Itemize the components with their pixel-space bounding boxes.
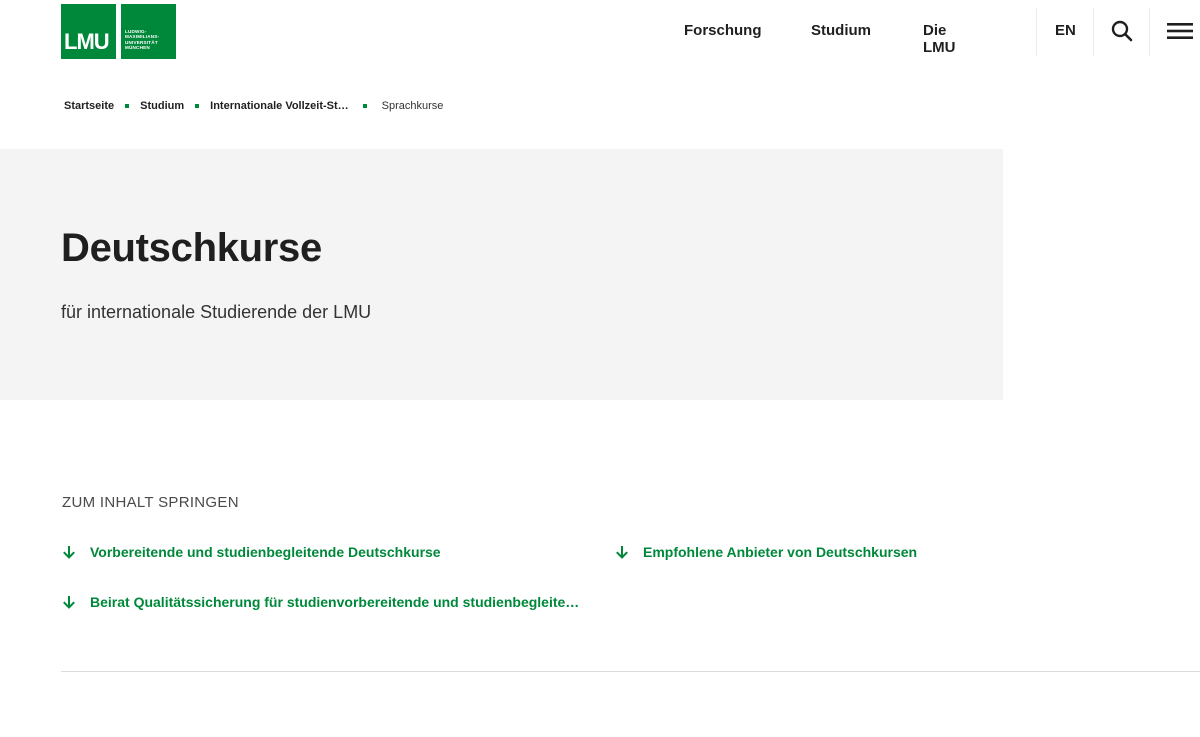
logo-mark: LMU: [61, 4, 116, 59]
breadcrumb-item-studium[interactable]: Studium: [140, 100, 184, 112]
arrow-down-icon: [63, 546, 75, 559]
breadcrumb-item-internationale[interactable]: Internationale Vollzeit-St…: [210, 100, 349, 112]
breadcrumb-separator: [195, 104, 200, 108]
jump-link-label: Empfohlene Anbieter von Deutschkursen: [643, 544, 918, 560]
language-switch[interactable]: EN: [1055, 22, 1076, 39]
jump-link-label: Beirat Qualitätssicherung für studienvor…: [90, 594, 580, 610]
nav-item-die-lmu[interactable]: Die LMU: [923, 22, 956, 56]
logo-wordmark-text: LUDWIG- MAXIMILIANS- UNIVERSITÄT MÜNCHEN: [125, 29, 159, 51]
page: LMU LUDWIG- MAXIMILIANS- UNIVERSITÄT MÜN…: [0, 0, 1200, 737]
breadcrumb-separator: [125, 104, 130, 108]
arrow-down-icon: [63, 596, 75, 609]
breadcrumb-item-current: Sprachkurse: [381, 100, 444, 112]
nav-divider: [1093, 8, 1094, 56]
nav-item-studium[interactable]: Studium: [811, 22, 871, 39]
jump-link-vorbereitende[interactable]: Vorbereitende und studienbegleitende Deu…: [62, 544, 441, 560]
logo-mark-text: LMU: [64, 29, 110, 54]
breadcrumb-item-startseite[interactable]: Startseite: [64, 100, 114, 112]
jump-link-empfohlene-anbieter[interactable]: Empfohlene Anbieter von Deutschkursen: [615, 544, 917, 560]
jump-link-beirat[interactable]: Beirat Qualitätssicherung für studienvor…: [62, 594, 579, 610]
jump-link-label: Vorbereitende und studienbegleitende Deu…: [90, 544, 441, 560]
breadcrumb-separator: [362, 104, 367, 108]
hero-banner: Deutschkurse für internationale Studiere…: [0, 149, 1003, 400]
hamburger-menu-icon: [1167, 23, 1193, 39]
lmu-logo[interactable]: LMU LUDWIG- MAXIMILIANS- UNIVERSITÄT MÜN…: [61, 4, 176, 59]
breadcrumb: Startseite Studium Internationale Vollze…: [64, 100, 443, 112]
nav-divider: [1036, 8, 1037, 56]
jump-links-heading: ZUM INHALT SPRINGEN: [62, 494, 239, 511]
page-title: Deutschkurse: [61, 226, 322, 270]
logo-wordmark: LUDWIG- MAXIMILIANS- UNIVERSITÄT MÜNCHEN: [121, 4, 176, 59]
search-icon: [1111, 20, 1133, 42]
nav-item-forschung[interactable]: Forschung: [684, 22, 762, 39]
menu-button[interactable]: [1167, 21, 1193, 41]
logo-line-4: MÜNCHEN: [125, 45, 150, 51]
nav-divider: [1149, 8, 1150, 56]
page-subtitle: für internationale Studierende der LMU: [61, 302, 372, 322]
search-button[interactable]: [1111, 20, 1133, 42]
arrow-down-icon: [616, 546, 628, 559]
section-divider: [61, 671, 1200, 672]
